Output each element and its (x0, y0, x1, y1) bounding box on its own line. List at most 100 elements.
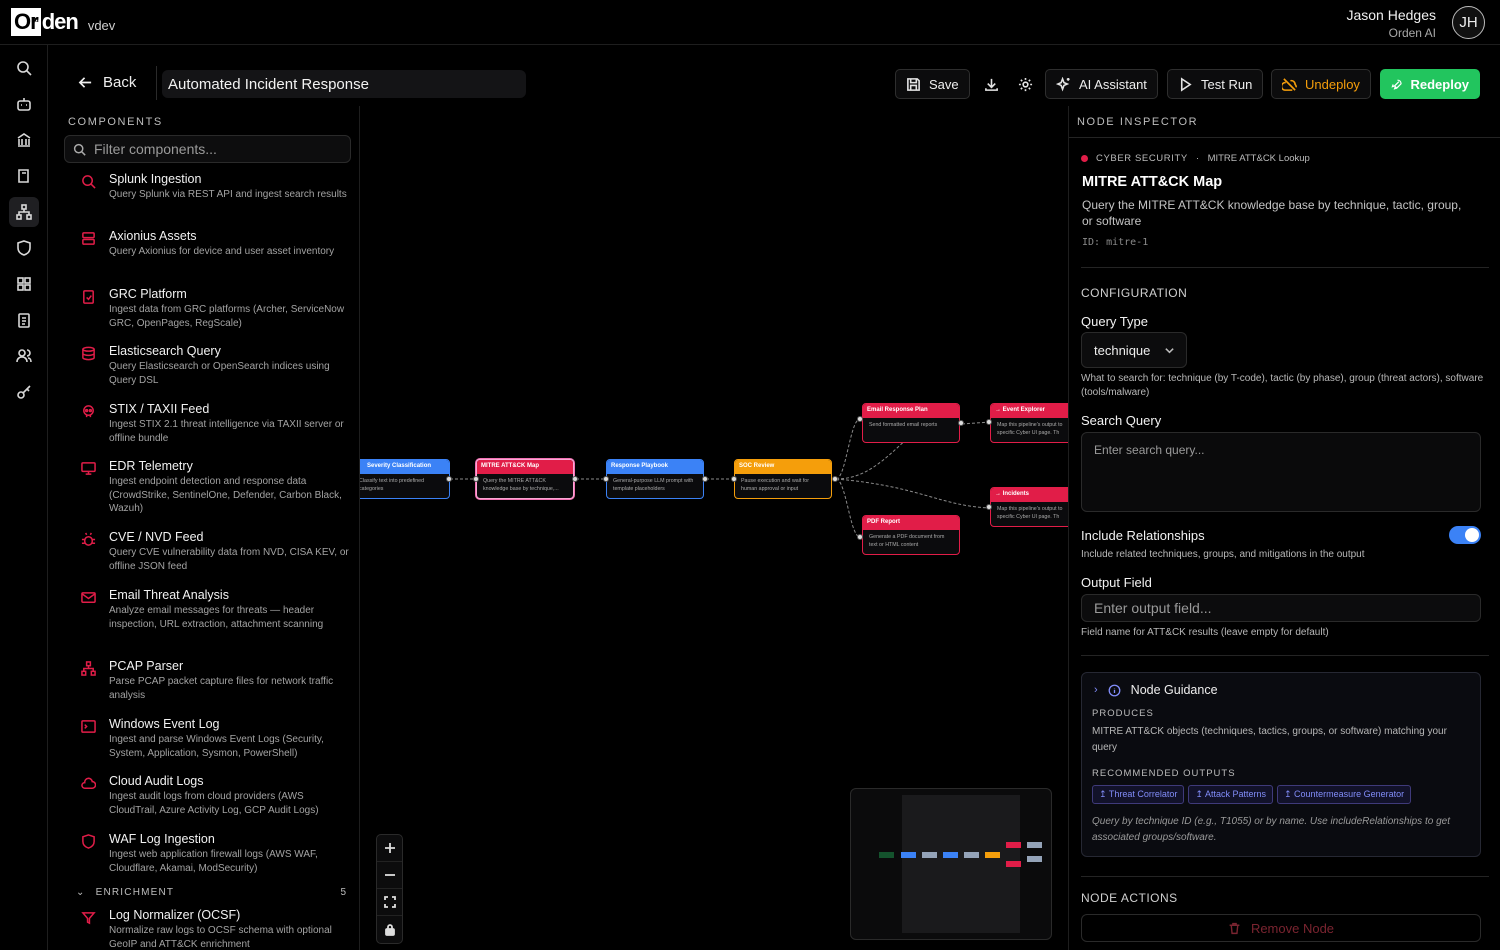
guidance-toggle[interactable]: › Node Guidance (1094, 683, 1218, 697)
recommended-chip[interactable]: ↥ Attack Patterns (1188, 785, 1273, 804)
input-port[interactable] (603, 476, 609, 482)
input-port[interactable] (857, 416, 863, 422)
key-icon[interactable] (9, 377, 39, 407)
filter-box (64, 135, 351, 163)
component-desc: Query Splunk via REST API and ingest sea… (109, 189, 347, 200)
component-name: CVE / NVD Feed (109, 530, 204, 544)
undeploy-button[interactable]: Undeploy (1271, 69, 1371, 99)
recommended-chip[interactable]: ↥ Threat Correlator (1092, 785, 1185, 804)
download-button[interactable] (976, 69, 1006, 99)
workflow-canvas[interactable]: Severity Classification Classify text in… (360, 106, 1068, 950)
divider (1069, 137, 1500, 138)
workflow-node[interactable]: PDF Report Generate a PDF document from … (862, 515, 960, 555)
fit-view-button[interactable] (377, 889, 402, 916)
logo-sup-text: AI (31, 17, 39, 24)
include-relationships-toggle[interactable] (1449, 526, 1481, 544)
workflow-node[interactable]: Response Playbook General-purpose LLM pr… (606, 459, 704, 499)
node-title: Email Response Plan (863, 404, 959, 418)
search-query-label: Search Query (1081, 413, 1162, 428)
lock-button[interactable] (377, 916, 402, 943)
node-desc: Map this pipeline's output to specific C… (997, 422, 1063, 436)
cloud-icon (81, 776, 97, 792)
save-icon (907, 77, 920, 91)
output-field-input[interactable] (1081, 594, 1481, 622)
remove-node-button[interactable]: Remove Node (1081, 914, 1481, 942)
bot-icon[interactable] (9, 89, 39, 119)
node-inspector: NODE INSPECTOR CYBER SECURITY · MITRE AT… (1068, 106, 1500, 950)
workflow-icon[interactable] (9, 197, 39, 227)
output-port[interactable] (832, 476, 838, 482)
output-port[interactable] (446, 476, 452, 482)
cloud-off-icon (1282, 77, 1297, 91)
editor-header: Back Automated Incident Response Save AI… (56, 60, 1492, 106)
minimap-viewport[interactable] (902, 795, 1020, 933)
workflow-node[interactable]: → Incidents Map this pipeline's output t… (990, 487, 1068, 527)
remove-node-label: Remove Node (1250, 920, 1335, 936)
grid-icon[interactable] (9, 269, 39, 299)
enrichment-group-header[interactable]: ⌄ ENRICHMENT 5 (76, 887, 346, 898)
output-port[interactable] (958, 420, 964, 426)
input-port[interactable] (473, 476, 479, 482)
workflow-node[interactable]: Severity Classification Classify text in… (360, 459, 450, 499)
query-type-select[interactable]: technique (1081, 332, 1187, 368)
clipboard-icon[interactable] (9, 305, 39, 335)
book-icon[interactable] (9, 161, 39, 191)
minimap[interactable] (850, 788, 1052, 940)
search-icon (81, 174, 97, 190)
nav-rail (0, 45, 48, 950)
workflow-title[interactable]: Automated Incident Response (162, 70, 526, 98)
ai-assistant-label: AI Assistant (1079, 76, 1147, 92)
avatar[interactable]: JH (1452, 6, 1485, 39)
redeploy-button[interactable]: Redeploy (1380, 69, 1480, 99)
test-run-button[interactable]: Test Run (1167, 69, 1264, 99)
workflow-node[interactable]: SOC Review Pause execution and wait for … (734, 459, 832, 499)
node-desc: Send formatted email reports (869, 422, 938, 428)
plus-icon (384, 843, 395, 853)
node-guidance-panel: › Node Guidance PRODUCES MITRE ATT&CK ob… (1081, 672, 1481, 857)
search-icon[interactable] (9, 53, 39, 83)
back-button[interactable]: Back (78, 74, 136, 91)
input-port[interactable] (986, 504, 992, 510)
guidance-note: Query by technique ID (e.g., T1055) or b… (1092, 816, 1450, 843)
input-port[interactable] (986, 419, 992, 425)
components-heading: COMPONENTS (68, 116, 163, 128)
minimap-node (943, 852, 958, 858)
recommended-chip[interactable]: ↥ Countermeasure Generator (1277, 785, 1412, 804)
workflow-node[interactable]: → Event Explorer Map this pipeline's out… (990, 403, 1068, 443)
input-port[interactable] (731, 476, 737, 482)
output-port[interactable] (702, 476, 708, 482)
component-desc: Normalize raw logs to OCSF schema with o… (109, 925, 332, 950)
input-port[interactable] (857, 534, 863, 540)
zoom-in-button[interactable] (377, 835, 402, 862)
search-query-input[interactable] (1081, 432, 1481, 512)
component-name: STIX / TAXII Feed (109, 402, 210, 416)
enrichment-count: 5 (340, 887, 346, 898)
output-port[interactable] (572, 476, 578, 482)
shield-icon[interactable] (9, 233, 39, 263)
node-description: Query the MITRE ATT&CK knowledge base by… (1082, 198, 1462, 228)
component-desc: Query Elasticsearch or OpenSearch indice… (109, 361, 330, 386)
users-icon[interactable] (9, 341, 39, 371)
save-button[interactable]: Save (895, 69, 970, 99)
minimap-node (964, 852, 979, 858)
component-desc: Query Axionius for device and user asset… (109, 246, 335, 257)
bank-icon[interactable] (9, 125, 39, 155)
workflow-node[interactable]: Email Response Plan Send formatted email… (862, 403, 960, 443)
minimap-node (901, 852, 916, 858)
gear-icon (1018, 77, 1032, 91)
minimap-node (1027, 856, 1042, 862)
settings-button[interactable] (1010, 69, 1040, 99)
zoom-out-button[interactable] (377, 862, 402, 889)
mail-icon (81, 590, 97, 606)
component-name: WAF Log Ingestion (109, 832, 215, 846)
output-field-help: Field name for ATT&CK results (leave emp… (1081, 627, 1329, 638)
shield-icon (81, 834, 97, 850)
divider (1081, 267, 1489, 268)
workflow-node-selected[interactable]: MITRE ATT&CK Map Query the MITRE ATT&CK … (476, 459, 574, 499)
ai-assistant-button[interactable]: AI Assistant (1045, 69, 1158, 99)
app-logo[interactable]: Or AI den vdev (11, 8, 115, 36)
top-bar: Or AI den vdev Jason Hedges Orden AI JH (0, 0, 1500, 45)
node-subtype: MITRE ATT&CK Lookup (1207, 153, 1310, 164)
component-desc: Query CVE vulnerability data from NVD, C… (109, 547, 349, 572)
filter-input[interactable] (94, 141, 334, 157)
